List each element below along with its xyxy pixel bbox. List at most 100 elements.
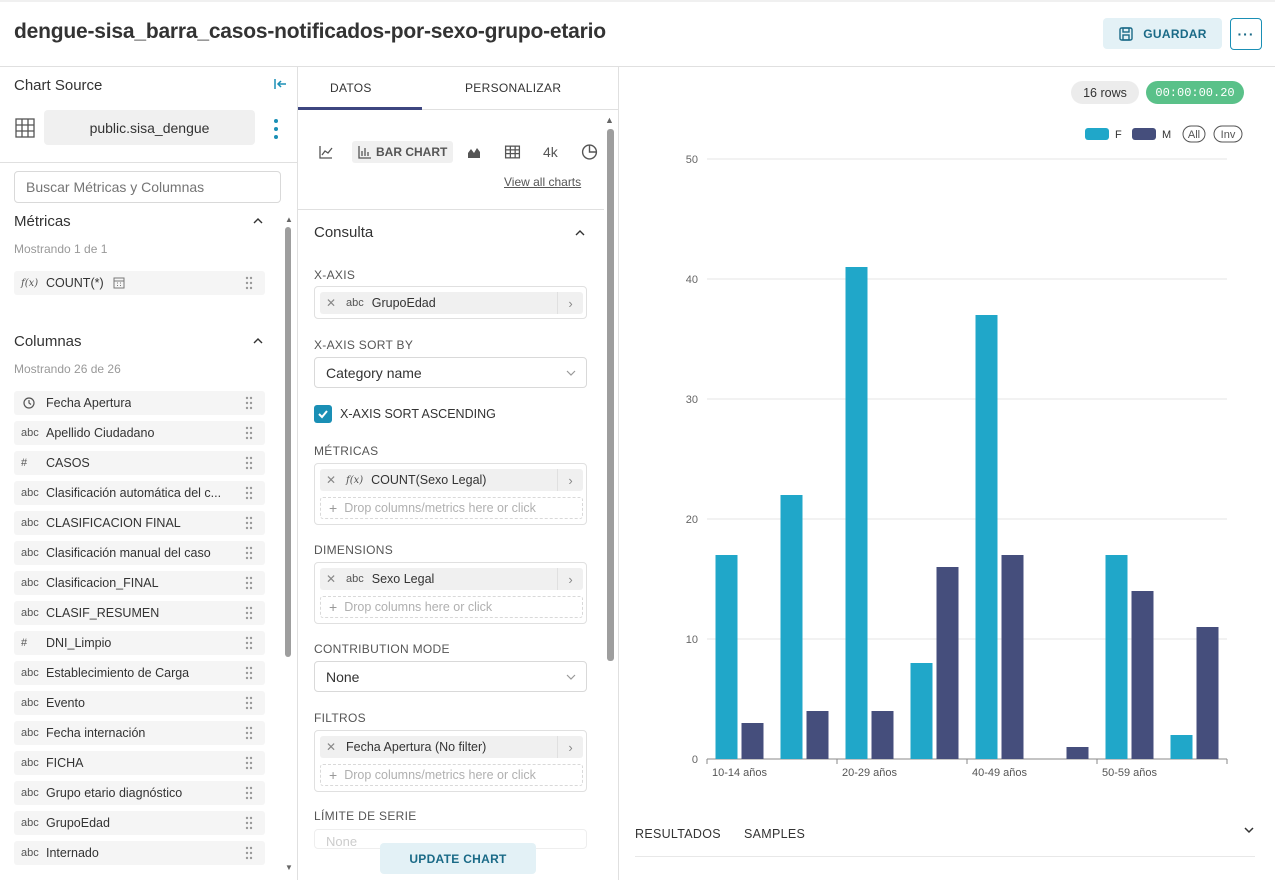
tab-samples[interactable]: SAMPLES (744, 827, 805, 841)
drag-handle-icon[interactable] (245, 276, 253, 290)
filters-drop-zone[interactable]: + Drop columns/metrics here or click (320, 764, 583, 786)
table-chart-icon[interactable] (504, 141, 521, 163)
column-item[interactable]: abc Clasificación automática del c... (14, 481, 265, 505)
dataset-menu-icon[interactable] (271, 117, 281, 141)
area-chart-icon[interactable] (466, 141, 482, 163)
drag-handle-icon[interactable] (245, 546, 253, 560)
search-input[interactable] (14, 171, 281, 203)
collapse-panel-icon[interactable] (273, 77, 287, 91)
column-item[interactable]: abc FICHA (14, 751, 265, 775)
column-label: CASOS (46, 456, 90, 470)
query-section-title[interactable]: Consulta (314, 224, 373, 241)
contribution-select[interactable]: None (314, 661, 587, 692)
legend-swatch-M (1132, 128, 1156, 140)
type-icon: abc (21, 547, 39, 559)
remove-icon[interactable]: ✕ (320, 473, 342, 487)
columns-section-title[interactable]: Columnas (14, 333, 82, 350)
column-item[interactable]: abc Internado (14, 841, 265, 865)
line-chart-icon[interactable] (318, 141, 334, 163)
scrollbar[interactable] (285, 227, 291, 657)
column-item[interactable]: # CASOS (14, 451, 265, 475)
chevron-up-icon[interactable] (574, 227, 586, 239)
drag-handle-icon[interactable] (245, 606, 253, 620)
drag-handle-icon[interactable] (245, 636, 253, 650)
chevron-down-icon[interactable] (1243, 824, 1255, 836)
drag-handle-icon[interactable] (245, 426, 253, 440)
chart-source-panel: Chart Source public.sisa_dengue Métricas… (0, 67, 298, 880)
x-sort-select[interactable]: Category name (314, 357, 587, 388)
dimensions-drop-zone[interactable]: + Drop columns here or click (320, 596, 583, 618)
remove-icon[interactable]: ✕ (320, 572, 342, 586)
contribution-label: CONTRIBUTION MODE (314, 642, 450, 656)
drag-handle-icon[interactable] (245, 816, 253, 830)
drag-handle-icon[interactable] (245, 756, 253, 770)
remove-icon[interactable]: ✕ (320, 296, 342, 310)
drag-handle-icon[interactable] (245, 846, 253, 860)
column-item[interactable]: abc Establecimiento de Carga (14, 661, 265, 685)
drag-handle-icon[interactable] (245, 576, 253, 590)
divider (635, 856, 1255, 857)
drag-handle-icon[interactable] (245, 726, 253, 740)
save-label: GUARDAR (1143, 26, 1207, 41)
drag-handle-icon[interactable] (245, 396, 253, 410)
save-button[interactable]: GUARDAR (1103, 18, 1222, 49)
dimension-pill[interactable]: ✕ abc Sexo Legal › (320, 568, 583, 590)
tab-results[interactable]: RESULTADOS (635, 827, 721, 841)
scroll-up-icon[interactable]: ▲ (285, 215, 293, 224)
drag-handle-icon[interactable] (245, 696, 253, 710)
filter-pill[interactable]: ✕ Fecha Apertura (No filter) › (320, 736, 583, 758)
bar-M (1131, 591, 1154, 759)
scrollbar[interactable] (607, 129, 614, 661)
column-item[interactable]: abc Clasificación manual del caso (14, 541, 265, 565)
metrics-section-title[interactable]: Métricas (14, 213, 71, 230)
drag-handle-icon[interactable] (245, 456, 253, 470)
column-item[interactable]: Fecha Apertura (14, 391, 265, 415)
drag-handle-icon[interactable] (245, 486, 253, 500)
column-item[interactable]: abc CLASIFICACION FINAL (14, 511, 265, 535)
view-all-charts-link[interactable]: View all charts (504, 175, 581, 189)
drag-handle-icon[interactable] (245, 666, 253, 680)
chevron-right-icon[interactable]: › (557, 568, 583, 590)
column-item[interactable]: abc Evento (14, 691, 265, 715)
more-options-button[interactable]: ··· (1230, 18, 1262, 50)
x-axis-pill[interactable]: ✕ abc GrupoEdad › (320, 292, 583, 314)
scroll-up-icon[interactable]: ▲ (605, 115, 614, 125)
column-item[interactable]: abc GrupoEdad (14, 811, 265, 835)
sort-ascending-checkbox[interactable] (314, 405, 332, 423)
metrics-label: MÉTRICAS (314, 444, 379, 458)
update-chart-button[interactable]: UPDATE CHART (380, 843, 536, 874)
column-item[interactable]: abc CLASIF_RESUMEN (14, 601, 265, 625)
metrics-drop-zone[interactable]: + Drop columns/metrics here or click (320, 497, 583, 519)
type-icon: abc (21, 787, 39, 799)
column-label: Grupo etario diagnóstico (46, 786, 183, 800)
column-item[interactable]: abc Fecha internación (14, 721, 265, 745)
metrics-count: Mostrando 1 de 1 (14, 242, 108, 256)
filters-control: ✕ Fecha Apertura (No filter) › + Drop co… (314, 730, 587, 792)
metric-pill[interactable]: ✕ f(x) COUNT(Sexo Legal) › (320, 469, 583, 491)
scroll-down-icon[interactable]: ▼ (285, 863, 293, 872)
drag-handle-icon[interactable] (245, 516, 253, 530)
drag-handle-icon[interactable] (245, 786, 253, 800)
legend-label-M: M (1162, 129, 1171, 141)
remove-icon[interactable]: ✕ (320, 740, 342, 754)
chevron-right-icon[interactable]: › (557, 292, 583, 314)
tab-customize[interactable]: PERSONALIZAR (465, 81, 561, 95)
pie-chart-icon[interactable] (581, 141, 598, 163)
column-item[interactable]: # DNI_Limpio (14, 631, 265, 655)
column-item[interactable]: abc Clasificacion_FINAL (14, 571, 265, 595)
big-number-option[interactable]: 4k (543, 141, 558, 163)
column-item[interactable]: abc Grupo etario diagnóstico (14, 781, 265, 805)
tab-data[interactable]: DATOS (330, 81, 372, 95)
column-item[interactable]: abc Apellido Ciudadano (14, 421, 265, 445)
plus-icon: + (329, 767, 338, 783)
dataset-selector[interactable]: public.sisa_dengue (44, 110, 255, 145)
page-title[interactable]: dengue-sisa_barra_casos-notificados-por-… (14, 20, 606, 44)
metric-item[interactable]: f(x) COUNT(*) (14, 271, 265, 295)
type-icon: abc (21, 697, 39, 709)
chevron-right-icon[interactable]: › (557, 469, 583, 491)
bar-chart-option[interactable]: BAR CHART (352, 141, 454, 163)
chevron-down-icon (566, 370, 576, 376)
chevron-up-icon[interactable] (252, 335, 264, 347)
chevron-right-icon[interactable]: › (557, 736, 583, 758)
chevron-up-icon[interactable] (252, 215, 264, 227)
